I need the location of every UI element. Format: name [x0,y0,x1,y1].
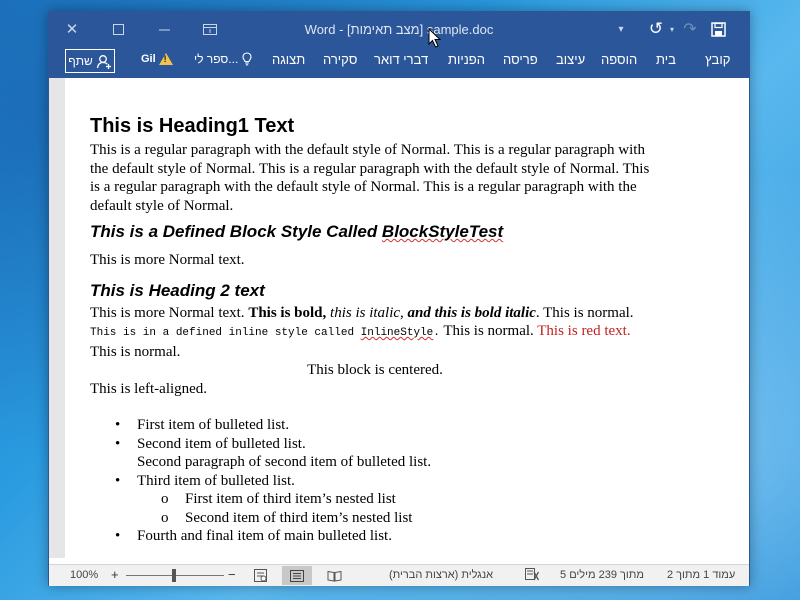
document-content[interactable]: This is Heading1 Text This is a regular … [90,114,660,546]
list-item: • Third item of bulleted list. [90,472,660,491]
bulleted-list: • First item of bulleted list. • Second it… [90,416,660,546]
zoom-level[interactable]: 100% [70,569,98,581]
heading2: This is Heading 2 text [90,280,265,300]
mixed-after-bold-italic: . This is normal. [535,304,634,321]
tab-layout[interactable]: פריסה [503,52,538,67]
save-icon[interactable] [704,16,732,42]
paragraph-centered: This block is centered. [307,362,443,378]
list-item-text: Second item of third item’s nested list [185,509,413,526]
word-window: Word - [מצב תאימות] sample.doc ✕ ▾ ↺ ▾ ↷… [48,11,750,586]
paragraph-normal: This is a regular paragraph with the def… [90,142,650,214]
lightbulb-icon [242,52,252,66]
document-area: This is Heading1 Text This is a regular … [49,78,749,558]
ribbon-display-options-icon[interactable] [195,16,225,42]
inline-style-name: InlineStyle [360,327,434,339]
block-style-prefix: This is a Defined Block Style Called [90,222,382,241]
paragraph-left: This is left-aligned. [90,380,208,397]
user-account[interactable]: Gil ! [141,53,173,65]
list-item-text: Third item of bulleted list. [137,472,295,489]
tab-file[interactable]: קובץ [705,52,730,67]
ribbon-tabs: שתף Gil ! ספר לי... תצוגה סקירה דברי דוא… [49,46,749,78]
bullet-icon: • [115,417,121,433]
minimize-icon[interactable] [149,16,179,42]
tell-me-search[interactable]: ספר לי... [194,52,252,66]
paragraph-more-normal: This is more Normal text. [90,252,245,268]
mouse-cursor-icon [428,28,442,48]
bullet-icon: • [115,472,121,489]
mixed-italic: this is italic [330,304,401,321]
share-button[interactable]: שתף [65,49,115,73]
list-item: • First item of bulleted list. [90,416,660,435]
page-number[interactable]: עמוד 1 מתוך 2 [667,569,735,581]
mixed-end: This is normal. [90,343,181,360]
tab-references[interactable]: הפניות [448,52,485,67]
tab-mailings[interactable]: דברי דואר [374,52,428,67]
list-item-text: Fourth and final item of main bulleted l… [137,528,392,544]
nested-list-item: o First item of third item’s nested list [90,490,660,509]
circle-bullet-icon: o [161,509,169,526]
read-mode-icon[interactable] [319,566,349,585]
mixed-after-inline: This is normal. [439,323,538,339]
zoom-slider-thumb[interactable] [172,569,176,582]
close-icon[interactable]: ✕ [57,16,87,42]
paragraph-mixed: This is more Normal text. This is bold, … [90,304,660,362]
red-text: This is red text. [537,323,631,339]
bullet-icon: • [115,435,121,452]
circle-bullet-icon: o [161,491,169,507]
tab-home[interactable]: בית [656,52,676,67]
add-person-icon [96,54,111,69]
print-layout-icon[interactable] [282,566,312,585]
mixed-comma: , [400,304,408,321]
title-bar: Word - [מצב תאימות] sample.doc ✕ ▾ ↺ ▾ ↷ [49,12,749,46]
maximize-icon[interactable] [103,16,133,42]
bullet-icon: • [115,528,121,544]
block-style-heading: This is a Defined Block Style Called Blo… [90,221,660,243]
zoom-out-icon[interactable]: − [228,567,236,582]
list-item-continuation: Second paragraph of second item of bulle… [90,453,660,472]
mixed-bold: This is bold, [248,304,327,321]
share-label: שתף [68,54,93,68]
tab-review[interactable]: סקירה [323,52,357,67]
customize-qat-icon[interactable]: ▾ [612,16,630,42]
track-changes-icon[interactable] [525,568,540,584]
tab-design[interactable]: עיצוב [556,52,585,67]
nested-list-item: o Second item of third item’s nested list [90,509,660,528]
mixed-normal: This is more Normal text. [90,304,249,321]
web-layout-icon[interactable] [245,566,275,585]
list-item-text: Second item of bulleted list. [137,435,306,452]
tell-me-label: ספר לי... [194,52,239,66]
list-item-text: Second paragraph of second item of bulle… [137,454,432,470]
inline-style-suffix: . [433,327,440,339]
status-bar: 100% + − אנגלית (ארצות הברית) 5 מתוך 239… [49,564,749,586]
word-count[interactable]: 5 מתוך 239 מילים [560,569,644,581]
mixed-bold-italic: and this is bold italic [407,304,536,321]
block-style-name: BlockStyleTest [381,222,504,241]
tab-view[interactable]: תצוגה [272,52,305,67]
language-indicator[interactable]: אנגלית (ארצות הברית) [389,569,493,581]
list-item-text: First item of third item’s nested list [185,491,396,507]
zoom-in-icon[interactable]: + [111,567,119,582]
redo-icon[interactable]: ↷ [677,16,703,42]
list-item-text: First item of bulleted list. [137,417,290,433]
document-page[interactable]: This is Heading1 Text This is a regular … [65,78,749,558]
inline-style-prefix: This is in a defined inline style called [90,327,361,339]
list-item: • Fourth and final item of main bulleted … [90,527,660,546]
tab-insert[interactable]: הוספה [601,52,637,67]
list-item: • Second item of bulleted list. [90,435,660,454]
warning-icon: ! [158,53,173,65]
heading1: This is Heading1 Text [90,115,295,137]
user-name: Gil [141,53,156,65]
